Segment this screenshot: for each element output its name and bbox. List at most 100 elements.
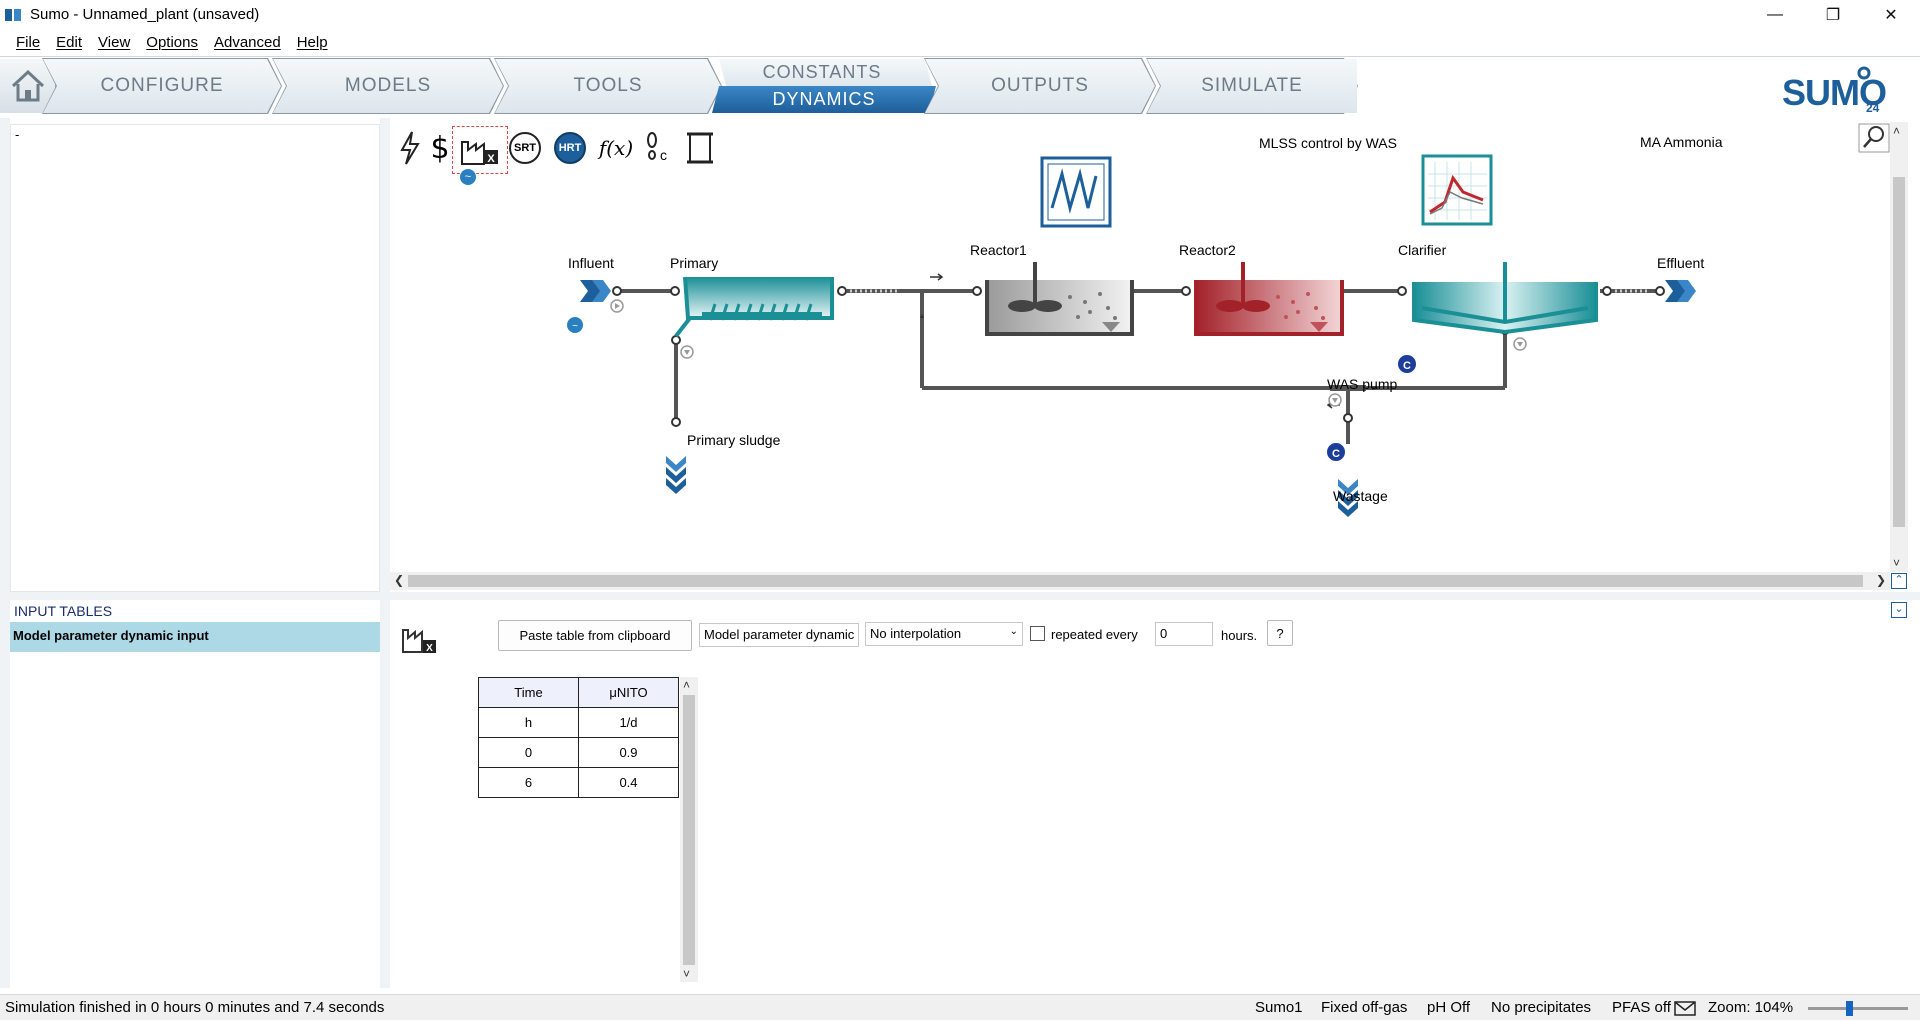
scroll-up-icon[interactable]: ˄ <box>1893 124 1900 138</box>
repeat-label: repeated every <box>1051 627 1138 642</box>
repeat-hours-input[interactable]: 0 <box>1155 622 1213 646</box>
interpolation-select[interactable]: No interpolation ⌄ <box>865 622 1023 646</box>
menu-help[interactable]: Help <box>297 34 328 51</box>
srt-icon[interactable]: SRT <box>508 128 542 168</box>
lightning-icon[interactable] <box>398 128 422 168</box>
effluent-block-icon <box>1665 280 1696 302</box>
expand-down-icon[interactable]: ⌄ <box>1891 602 1907 618</box>
reactor1-label[interactable]: Reactor1 <box>970 242 1027 258</box>
project-tree-panel[interactable]: - <box>10 124 380 592</box>
menu-bar: File Edit View Options Advanced Help <box>0 29 1920 56</box>
ammonia-controller-label[interactable]: MA Ammonia <box>1640 134 1722 150</box>
status-zoom: Zoom: 104% <box>1708 999 1794 1016</box>
menu-view[interactable]: View <box>98 34 130 51</box>
status-model[interactable]: Sumo1 <box>1255 999 1303 1016</box>
zoom-slider[interactable] <box>1808 1001 1908 1016</box>
table-header-param[interactable]: μNITO <box>578 677 679 708</box>
window-title: Sumo - Unnamed_plant (unsaved) <box>30 6 260 23</box>
table-cell[interactable]: 0 <box>478 737 579 768</box>
table-cell[interactable]: 6 <box>478 767 579 798</box>
plant-diagram[interactable]: ~ C C Influent Primary Reactor1 Reactor2… <box>390 122 1890 572</box>
svg-text:~: ~ <box>572 321 578 332</box>
collapse-up-icon[interactable]: ⌃ <box>1891 573 1907 589</box>
menu-file[interactable]: File <box>16 34 40 51</box>
diagram-vertical-scrollbar[interactable]: ˄ ˅ <box>1890 122 1908 572</box>
hrt-icon[interactable]: HRT <box>553 128 587 168</box>
paste-table-button[interactable]: Paste table from clipboard <box>498 620 692 651</box>
input-table-editor: X Paste table from clipboard Model param… <box>390 600 1890 988</box>
tree-placeholder: - <box>15 127 20 142</box>
dynamic-badge-icon: ~ <box>460 169 476 185</box>
chevron-down-icon: ⌄ <box>1009 626 1018 637</box>
reactor2-label[interactable]: Reactor2 <box>1179 242 1236 258</box>
reactor2-shape <box>1194 262 1344 336</box>
scroll-left-icon[interactable]: ❮ <box>394 573 404 587</box>
mail-icon[interactable] <box>1674 1001 1696 1016</box>
clarifier-label[interactable]: Clarifier <box>1398 242 1446 258</box>
scroll-down-icon[interactable]: ˅ <box>1893 556 1900 570</box>
primary-sludge-label[interactable]: Primary sludge <box>687 432 780 448</box>
sumo-app-icon <box>5 8 21 21</box>
table-name-field[interactable]: Model parameter dynamic <box>699 623 859 647</box>
close-button[interactable]: ✕ <box>1862 0 1920 29</box>
logo-version: 24 <box>1866 101 1880 113</box>
zoom-search-icon <box>1858 123 1890 153</box>
dollar-icon[interactable]: $ <box>428 128 452 168</box>
table-cell[interactable]: 0.9 <box>578 737 679 768</box>
reactor1-shape <box>985 262 1134 336</box>
help-button[interactable]: ? <box>1267 620 1293 646</box>
table-unit-time[interactable]: h <box>478 707 579 738</box>
svg-text:X: X <box>487 153 495 165</box>
minimize-button[interactable]: — <box>1746 0 1804 29</box>
repeat-unit-label: hours. <box>1221 628 1258 643</box>
tab-configure[interactable]: CONFIGURE <box>43 59 281 113</box>
tab-outputs[interactable]: OUTPUTS <box>925 59 1155 113</box>
input-table-type-icon: X <box>402 629 436 654</box>
was-pump-label[interactable]: WAS pump <box>1327 376 1397 392</box>
restore-button[interactable]: ❐ <box>1804 0 1862 29</box>
tab-dynamics[interactable]: DYNAMICS <box>712 86 936 113</box>
diagram-horizontal-scrollbar[interactable]: ❮ ❯ <box>390 572 1890 590</box>
controller-badge-text: C <box>1403 360 1411 372</box>
input-data-table[interactable]: Time μNITO h 1/d 0 0.9 6 0.4 <box>478 677 679 798</box>
svg-text:c: c <box>660 147 667 163</box>
status-precipitates[interactable]: No precipitates <box>1491 999 1591 1016</box>
function-icon[interactable]: f(x) <box>598 128 634 168</box>
influent-label[interactable]: Influent <box>568 255 614 271</box>
table-vertical-scrollbar[interactable]: ˄ ˅ <box>680 677 698 982</box>
status-message: Simulation finished in 0 hours 0 minutes… <box>5 999 385 1016</box>
zoom-slider-thumb[interactable] <box>1846 1001 1853 1016</box>
home-icon <box>11 69 44 102</box>
status-pfas[interactable]: PFAS off <box>1612 999 1671 1016</box>
table-header-time[interactable]: Time <box>478 677 579 708</box>
tab-constants[interactable]: CONSTANTS <box>712 59 932 86</box>
tab-tools[interactable]: TOOLS <box>495 59 721 113</box>
status-offgas[interactable]: Fixed off-gas <box>1321 999 1407 1016</box>
tab-models[interactable]: MODELS <box>273 59 503 113</box>
input-table-item[interactable]: Model parameter dynamic input <box>10 622 380 652</box>
scroll-icon[interactable] <box>684 128 716 168</box>
status-bar: Simulation finished in 0 hours 0 minutes… <box>0 994 1920 1020</box>
table-unit-param[interactable]: 1/d <box>578 707 679 738</box>
main-nav: CONFIGURE MODELS TOOLS CONSTANTS DYNAMIC… <box>0 56 1920 116</box>
clarifier-shape <box>1412 262 1598 335</box>
menu-edit[interactable]: Edit <box>56 34 82 51</box>
scroll-up-icon[interactable]: ˄ <box>683 678 690 692</box>
scroll-down-icon[interactable]: ˅ <box>683 967 690 981</box>
ammonia-controller-icon <box>1421 154 1493 226</box>
mlss-controller-label[interactable]: MLSS control by WAS <box>1259 135 1397 151</box>
tab-simulate[interactable]: SIMULATE <box>1147 59 1357 113</box>
status-ph[interactable]: pH Off <box>1427 999 1470 1016</box>
footprint-icon[interactable]: c <box>643 128 671 168</box>
effluent-label[interactable]: Effluent <box>1657 255 1704 271</box>
wastage-label[interactable]: Wastage <box>1333 488 1388 504</box>
repeat-checkbox[interactable] <box>1030 626 1045 641</box>
primary-clarifier-shape <box>674 276 834 338</box>
table-cell[interactable]: 0.4 <box>578 767 679 798</box>
dynamic-input-table-icon[interactable]: X <box>452 126 508 174</box>
menu-options[interactable]: Options <box>146 34 198 51</box>
scroll-right-icon[interactable]: ❯ <box>1876 573 1886 587</box>
primary-label[interactable]: Primary <box>670 255 718 271</box>
menu-advanced[interactable]: Advanced <box>214 34 281 51</box>
controller-badge-text: C <box>1332 448 1340 460</box>
